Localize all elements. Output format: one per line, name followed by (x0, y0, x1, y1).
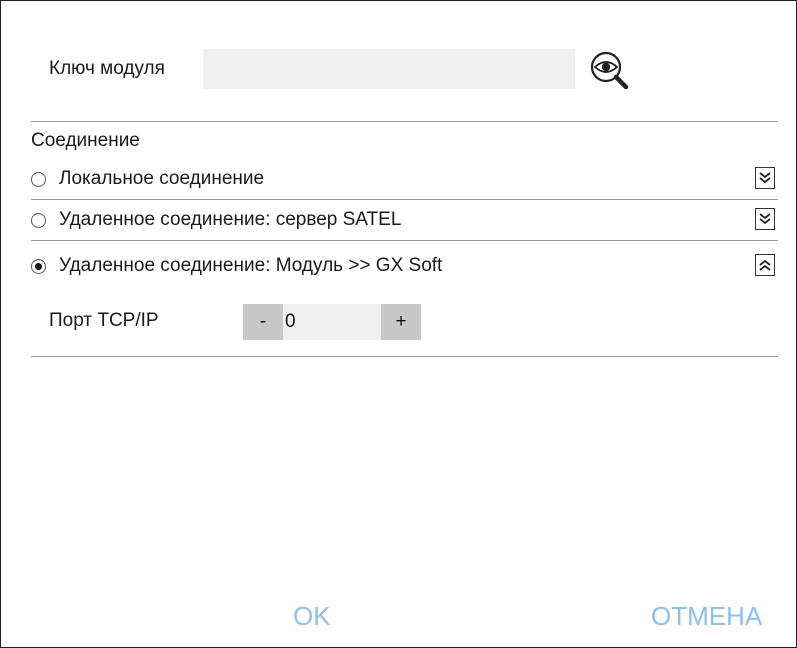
option-label: Удаленное соединение: сервер SATEL (59, 209, 402, 230)
port-label: Порт TCP/IP (49, 310, 159, 331)
option-local-connection[interactable]: Локальное соединение (31, 164, 778, 194)
port-decrement-button[interactable]: - (243, 304, 283, 340)
option-label: Удаленное соединение: Модуль >> GX Soft (59, 255, 443, 276)
module-key-input[interactable] (203, 49, 575, 89)
eye-magnifier-icon (590, 51, 629, 90)
divider (31, 356, 778, 357)
double-chevron-down-icon (759, 213, 771, 225)
port-stepper: - + (243, 304, 421, 340)
port-input[interactable] (283, 304, 381, 340)
expand-satel-button[interactable] (755, 208, 775, 230)
expand-local-button[interactable] (755, 167, 775, 189)
module-key-row: Ключ модуля (49, 47, 165, 91)
collapse-gxsoft-button[interactable] (755, 254, 775, 276)
option-satel-server[interactable]: Удаленное соединение: сервер SATEL (31, 205, 778, 235)
divider (31, 199, 778, 200)
connection-section-title: Соединение (31, 130, 140, 151)
divider (31, 121, 778, 122)
show-key-button[interactable] (586, 48, 634, 92)
module-key-label: Ключ модуля (49, 58, 165, 79)
port-increment-button[interactable]: + (381, 304, 421, 340)
option-module-gxsoft[interactable]: Удаленное соединение: Модуль >> GX Soft (31, 251, 778, 281)
radio-satel-server[interactable] (31, 212, 46, 228)
divider (31, 240, 778, 241)
double-chevron-up-icon (759, 259, 771, 271)
double-chevron-down-icon (759, 172, 771, 184)
radio-local[interactable] (31, 171, 46, 187)
option-label: Локальное соединение (59, 168, 265, 189)
cancel-button[interactable]: ОТМЕНА (651, 601, 762, 632)
ok-button[interactable]: OK (293, 601, 331, 632)
dialog-window: Ключ модуля Соединение Локальное соедине… (0, 0, 797, 648)
radio-module-gxsoft[interactable] (31, 258, 46, 274)
